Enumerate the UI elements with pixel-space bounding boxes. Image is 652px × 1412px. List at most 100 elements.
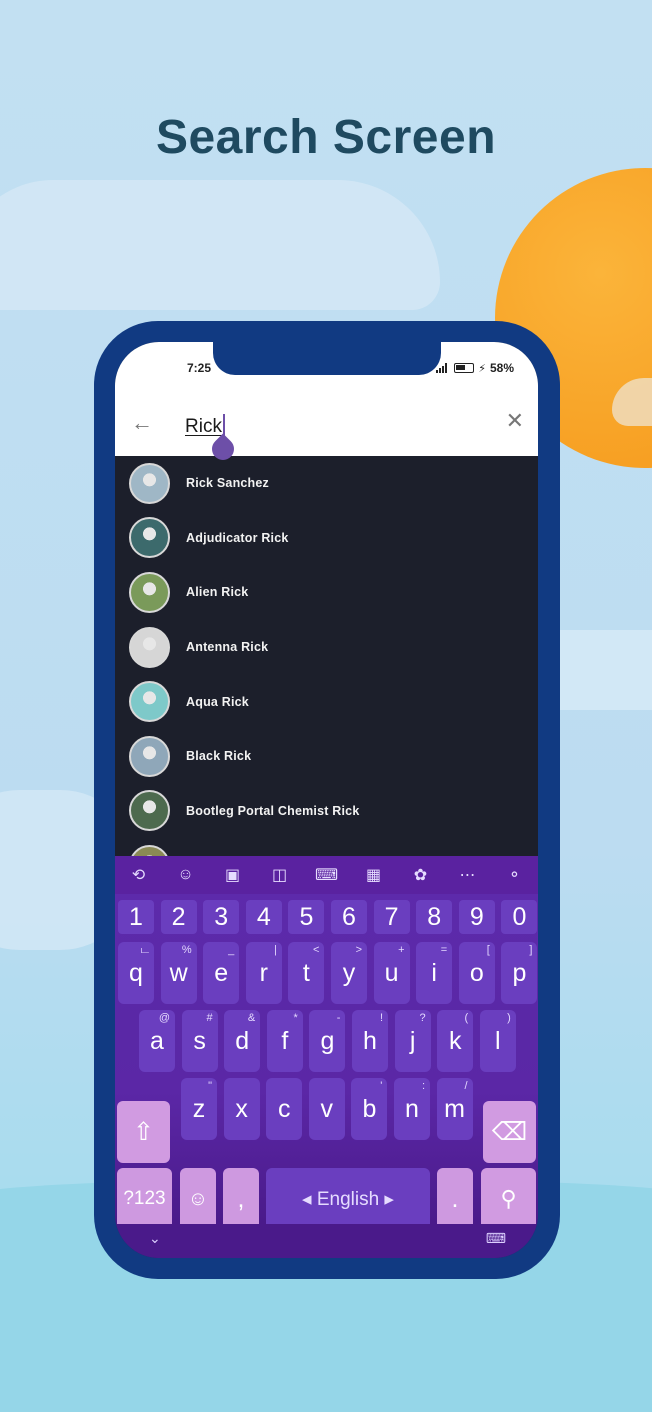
letter-key[interactable]: x bbox=[223, 1078, 260, 1140]
key-label: 2 bbox=[171, 902, 186, 931]
on-screen-keyboard: ⟲ ☺ ▣ ◫ ⌨ ▦ ✿ ⋯ ⚬ ⇧ ⌫ ?123 ☺ , ◂ English… bbox=[115, 856, 538, 1258]
letter-key[interactable]: j? bbox=[394, 1010, 431, 1072]
period-key[interactable]: . bbox=[437, 1168, 473, 1230]
back-arrow-icon[interactable]: ← bbox=[131, 412, 153, 434]
list-item[interactable]: Antenna Rick bbox=[115, 620, 538, 675]
letter-key[interactable]: t < bbox=[288, 942, 325, 1004]
letter-key[interactable]: n: bbox=[394, 1078, 430, 1140]
letter-key[interactable]: m / bbox=[436, 1078, 473, 1140]
emoji-icon[interactable]: ☺ bbox=[172, 866, 200, 884]
key-label: z bbox=[192, 1094, 206, 1123]
key-label: l bbox=[495, 1026, 501, 1055]
key-label: o bbox=[469, 958, 484, 987]
letter-key[interactable]: a @ bbox=[139, 1010, 175, 1072]
number-key[interactable]: 8 bbox=[416, 900, 453, 934]
shift-key[interactable]: ⇧ bbox=[117, 1101, 170, 1163]
key-label: d bbox=[235, 1026, 250, 1055]
battery-icon bbox=[454, 363, 475, 373]
avatar bbox=[129, 735, 170, 777]
list-item[interactable]: Alien Rick bbox=[115, 565, 538, 620]
letter-key[interactable]: k( bbox=[437, 1010, 474, 1072]
letter-key[interactable]: l) bbox=[479, 1010, 516, 1072]
letter-key[interactable]: u + bbox=[373, 942, 410, 1004]
chevron-down-icon[interactable]: ⌄ bbox=[149, 1230, 161, 1247]
space-bar[interactable]: ◂ English ▸ bbox=[266, 1168, 430, 1230]
letter-key[interactable]: p] bbox=[501, 942, 538, 1004]
number-key[interactable]: 5 bbox=[288, 900, 325, 934]
list-item[interactable]: Aqua Rick bbox=[115, 674, 538, 729]
microphone-icon[interactable]: ⚬ bbox=[501, 865, 529, 885]
page-title: Search Screen bbox=[155, 111, 497, 164]
letter-key[interactable]: b ' bbox=[351, 1078, 388, 1140]
key-hint: " bbox=[208, 1080, 212, 1092]
key-label: y bbox=[342, 958, 356, 987]
key-hint: _ bbox=[228, 944, 235, 956]
letter-key[interactable]: v bbox=[308, 1078, 345, 1140]
more-icon[interactable]: ⋯ bbox=[454, 865, 482, 885]
search-input[interactable] bbox=[185, 414, 465, 440]
letter-key[interactable]: s # bbox=[181, 1010, 218, 1072]
numpad-icon[interactable]: ▦ bbox=[360, 865, 388, 885]
search-key[interactable]: ⚲ bbox=[481, 1168, 536, 1230]
result-name: Black Rick bbox=[186, 749, 252, 764]
avatar bbox=[129, 681, 170, 723]
key-hint: # bbox=[206, 1012, 213, 1024]
letter-key[interactable]: d & bbox=[224, 1010, 261, 1072]
sticker-icon[interactable]: ✿ bbox=[407, 865, 435, 885]
keyboard-keys: ⇧ ⌫ ?123 ☺ , ◂ English ▸ . ⚲ 1234567890 q… bbox=[115, 894, 538, 1230]
key-hint: - bbox=[336, 1012, 341, 1024]
emoji-key[interactable]: ☺ bbox=[180, 1168, 216, 1230]
letter-key[interactable]: z " bbox=[181, 1078, 217, 1140]
key-label: 8 bbox=[427, 902, 442, 931]
list-item[interactable]: Rick Sanchez bbox=[115, 456, 538, 511]
key-label: n bbox=[405, 1094, 419, 1123]
key-label: 6 bbox=[342, 902, 356, 931]
phone-frame: 7:25 ⚡ 58% ← ✕ Rick SanchezAdjudicator R… bbox=[94, 321, 560, 1279]
number-key[interactable]: 0 bbox=[501, 900, 538, 934]
list-item[interactable]: Black Rick bbox=[115, 729, 538, 784]
number-key[interactable]: 6 bbox=[331, 900, 367, 934]
key-hint: ! bbox=[379, 1012, 383, 1024]
keyboard-switch-icon[interactable]: ⌨ bbox=[486, 1230, 506, 1247]
key-hint: ட bbox=[140, 944, 149, 956]
key-label: h bbox=[363, 1026, 377, 1055]
result-name: Adjudicator Rick bbox=[186, 530, 289, 545]
letter-key[interactable]: qட bbox=[118, 942, 154, 1004]
letter-key[interactable]: h! bbox=[352, 1010, 388, 1072]
number-key[interactable]: 2 bbox=[160, 900, 197, 934]
letter-key[interactable]: g- bbox=[309, 1010, 346, 1072]
list-item[interactable]: Adjudicator Rick bbox=[115, 511, 538, 566]
letter-key[interactable]: i = bbox=[416, 942, 453, 1004]
letter-key[interactable]: w% bbox=[160, 942, 197, 1004]
translate-icon[interactable]: ⌨ bbox=[313, 865, 341, 885]
letter-key[interactable]: e _ bbox=[203, 942, 240, 1004]
clipboard-icon[interactable]: ◫ bbox=[266, 865, 294, 885]
keyboard-footer: ⌄ ⌨ bbox=[115, 1224, 538, 1258]
letter-key[interactable]: o[ bbox=[458, 942, 495, 1004]
avatar bbox=[129, 790, 170, 832]
comma-key[interactable]: , bbox=[223, 1168, 259, 1230]
symbols-key[interactable]: ?123 bbox=[117, 1168, 172, 1230]
key-label: t bbox=[302, 958, 310, 987]
letter-key[interactable]: f * bbox=[266, 1010, 303, 1072]
number-key[interactable]: 3 bbox=[203, 900, 240, 934]
clipboard-history-icon[interactable]: ⟲ bbox=[125, 865, 153, 885]
key-hint: < bbox=[312, 944, 320, 956]
key-label: c bbox=[277, 1094, 291, 1123]
number-key[interactable]: 7 bbox=[373, 900, 410, 934]
letter-key[interactable]: c bbox=[266, 1078, 303, 1140]
number-key[interactable]: 1 bbox=[118, 900, 154, 934]
letter-key[interactable]: y > bbox=[331, 942, 367, 1004]
close-icon[interactable]: ✕ bbox=[506, 410, 524, 432]
signal-icon bbox=[436, 363, 450, 373]
key-label: g bbox=[320, 1026, 335, 1055]
number-key[interactable]: 4 bbox=[245, 900, 282, 934]
keyboard-toolbar: ⟲ ☺ ▣ ◫ ⌨ ▦ ✿ ⋯ ⚬ bbox=[115, 856, 538, 894]
number-key[interactable]: 9 bbox=[458, 900, 495, 934]
backspace-key[interactable]: ⌫ bbox=[483, 1101, 536, 1163]
store-icon[interactable]: ▣ bbox=[219, 865, 247, 885]
result-name: Antenna Rick bbox=[186, 640, 269, 655]
letter-key[interactable]: r | bbox=[245, 942, 282, 1004]
list-item[interactable]: Bootleg Portal Chemist Rick bbox=[115, 784, 538, 839]
key-label: x bbox=[235, 1094, 248, 1123]
